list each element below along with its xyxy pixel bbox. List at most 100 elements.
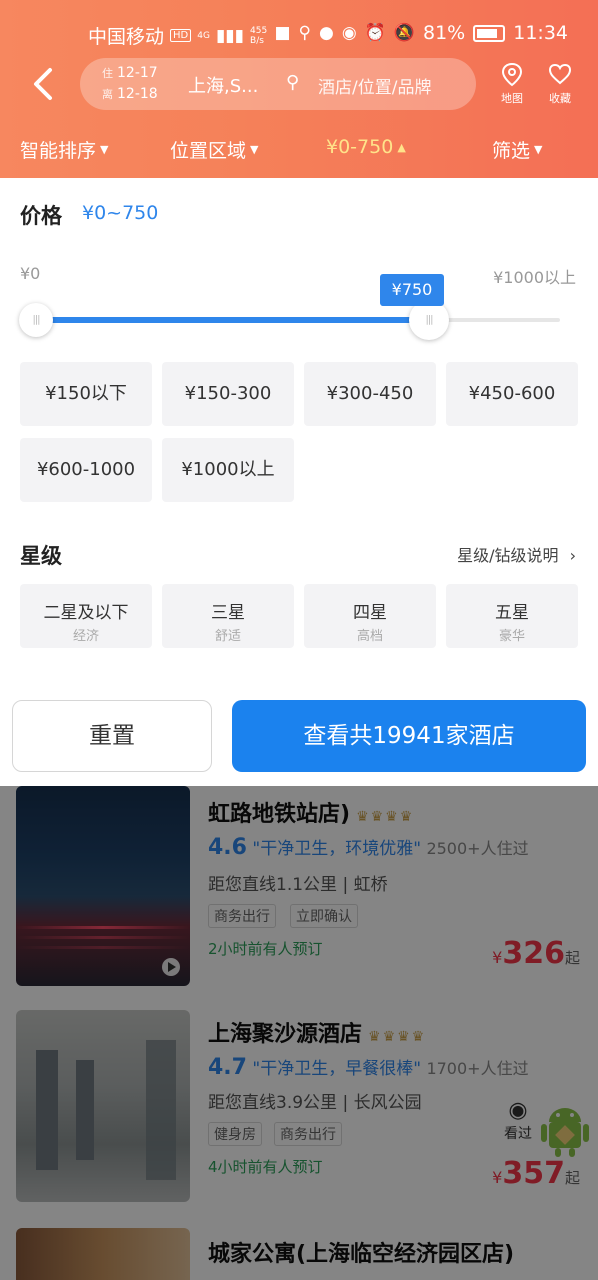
hotel-name: 上海聚沙源酒店	[208, 1022, 363, 1047]
filter-bar: 智能排序 ▼ 位置区域 ▼ ¥0-750 ▲ 筛选 ▼	[0, 128, 598, 168]
hotel-photo	[16, 1010, 190, 1202]
star-chip-two-and-below[interactable]: 二星及以下 经济	[20, 584, 152, 648]
price-chip-300-450[interactable]: ¥300-450	[304, 362, 436, 426]
hotel-area: 虹桥	[353, 875, 388, 895]
price-suffix: 起	[564, 949, 580, 967]
price-chip-150-300[interactable]: ¥150-300	[162, 362, 294, 426]
crown-rating-icon: ♛♛♛♛	[356, 809, 415, 825]
hotel-photo	[16, 1228, 190, 1280]
checkin-label: 住	[102, 67, 113, 80]
hotel-guests: 2500+人住过	[426, 839, 529, 858]
filter-actions: 重置 查看共19941家酒店	[0, 686, 598, 786]
hotel-score: 4.7	[208, 1055, 247, 1080]
hotel-tag: 健身房	[208, 1122, 262, 1146]
header: 中国移动 HD 4G ▮▮▮ 455 B/s ■ ⚲ ● ◉ ⏰ 🔕 81% 1…	[0, 0, 598, 178]
checkin-date: 12-17	[117, 65, 158, 81]
caret-up-icon: ▲	[397, 140, 406, 154]
price-chip-600-1000[interactable]: ¥600-1000	[20, 438, 152, 502]
hotel-name: 虹路地铁站店)	[208, 802, 351, 827]
price-dropdown[interactable]: ¥0-750 ▲	[326, 136, 406, 158]
signal-icon: ▮▮▮	[215, 25, 245, 46]
star-section-title: 星级	[20, 544, 62, 568]
star-chip-four[interactable]: 四星 高档	[304, 584, 436, 648]
hotel-guests: 1700+人住过	[426, 1059, 529, 1078]
star-chip-sub: 豪华	[498, 629, 525, 644]
eye-icon: ◉	[508, 1098, 528, 1123]
mute-icon: 🔕	[393, 23, 415, 43]
network-label: 4G	[197, 30, 210, 41]
hotel-distance: 距您直线1.1公里	[208, 875, 338, 895]
heart-icon	[548, 63, 572, 85]
star-chip-sub: 经济	[72, 629, 99, 644]
price-currency: ¥	[492, 1168, 503, 1187]
hotel-tag: 商务出行	[274, 1122, 342, 1146]
price-chip-450-600[interactable]: ¥450-600	[446, 362, 578, 426]
alarm-icon: ⏰	[364, 23, 386, 43]
map-pin-icon	[501, 62, 523, 87]
sort-dropdown[interactable]: 智能排序 ▼	[20, 136, 108, 163]
star-chip-sub: 高档	[356, 629, 383, 644]
net-speed-value: 455	[250, 25, 268, 36]
star-chip-main: 五星	[495, 603, 529, 623]
chevron-right-icon: ›	[569, 546, 576, 565]
date-range[interactable]: 住 12-17 离 12-18	[102, 63, 158, 105]
price-suffix: 起	[564, 1169, 580, 1187]
checkout-label: 离	[102, 88, 113, 101]
star-chip-sub: 舒适	[214, 629, 241, 644]
battery-percent: 81%	[423, 22, 466, 44]
star-chip-three[interactable]: 三星 舒适	[162, 584, 294, 648]
favorite-label: 收藏	[549, 92, 571, 105]
video-icon: ■	[274, 23, 291, 43]
hotel-name: 城家公寓(上海临空经济园区店)	[208, 1242, 515, 1267]
hotel-price: ¥357起	[492, 1156, 580, 1191]
history-button[interactable]: ◉ 看过	[496, 1098, 540, 1143]
price-section-title: 价格	[20, 204, 62, 228]
map-label: 地图	[501, 92, 523, 105]
location-label: 位置区域	[170, 140, 247, 162]
filter-label: 筛选	[492, 140, 531, 162]
star-chip-main: 三星	[211, 603, 245, 623]
price-star-filter-panel: 价格 ¥0~750 ¥0 ¥1000以上 ||| ||| ¥750 ¥150以下…	[0, 178, 598, 686]
price-slider-fill	[36, 317, 429, 323]
hotel-card[interactable]: 城家公寓(上海临空经济园区店)	[0, 1228, 598, 1280]
play-icon	[162, 958, 180, 976]
hotel-photo	[16, 786, 190, 986]
hd-badge: HD	[170, 29, 192, 42]
price-chip-below-150[interactable]: ¥150以下	[20, 362, 152, 426]
hotel-area: 长风公园	[353, 1093, 422, 1113]
reset-button[interactable]: 重置	[12, 700, 212, 772]
search-bar[interactable]: 住 12-17 离 12-18 上海,S... ⚲ 酒店/位置/品牌	[80, 58, 476, 110]
price-slider-min-handle[interactable]: |||	[19, 303, 53, 337]
usb-icon: ⚲	[298, 23, 311, 43]
price-value: 357	[502, 1156, 565, 1191]
caret-down-icon: ▼	[534, 143, 543, 156]
hotel-tag: 商务出行	[208, 904, 276, 928]
star-chip-five[interactable]: 五星 豪华	[446, 584, 578, 648]
android-robot-icon[interactable]	[540, 1104, 590, 1158]
seen-label: 看过	[504, 1126, 532, 1142]
search-input[interactable]: 酒店/位置/品牌	[318, 73, 431, 98]
star-chip-main: 四星	[353, 603, 387, 623]
star-help-link[interactable]: 星级/钻级说明 ›	[457, 542, 576, 566]
net-speed-unit: B/s	[250, 35, 264, 46]
favorite-button[interactable]: 收藏	[538, 62, 582, 106]
hotel-price: ¥326起	[492, 936, 580, 971]
search-icon: ⚲	[286, 72, 300, 93]
map-button[interactable]: 地图	[490, 62, 534, 106]
checkout-date: 12-18	[117, 86, 158, 102]
crown-rating-icon: ♛♛♛♛	[368, 1029, 427, 1045]
hotel-card[interactable]: 虹路地铁站店) ♛♛♛♛ 4.6 "干净卫生，环境优雅" 2500+人住过 距您直…	[0, 786, 598, 1006]
chevron-left-icon	[34, 68, 52, 100]
filter-dropdown[interactable]: 筛选 ▼	[492, 136, 542, 163]
battery-icon	[473, 24, 506, 42]
price-chip-above-1000[interactable]: ¥1000以上	[162, 438, 294, 502]
price-currency: ¥	[492, 948, 503, 967]
back-button[interactable]	[24, 62, 64, 106]
city-selector[interactable]: 上海,S...	[188, 72, 258, 98]
hotel-score: 4.6	[208, 835, 247, 860]
view-results-button[interactable]: 查看共19941家酒店	[232, 700, 586, 772]
star-help-label: 星级/钻级说明	[457, 546, 559, 565]
price-slider-tooltip: ¥750	[380, 274, 444, 306]
price-slider-max-handle[interactable]: |||	[409, 300, 449, 340]
location-dropdown[interactable]: 位置区域 ▼	[170, 136, 258, 163]
